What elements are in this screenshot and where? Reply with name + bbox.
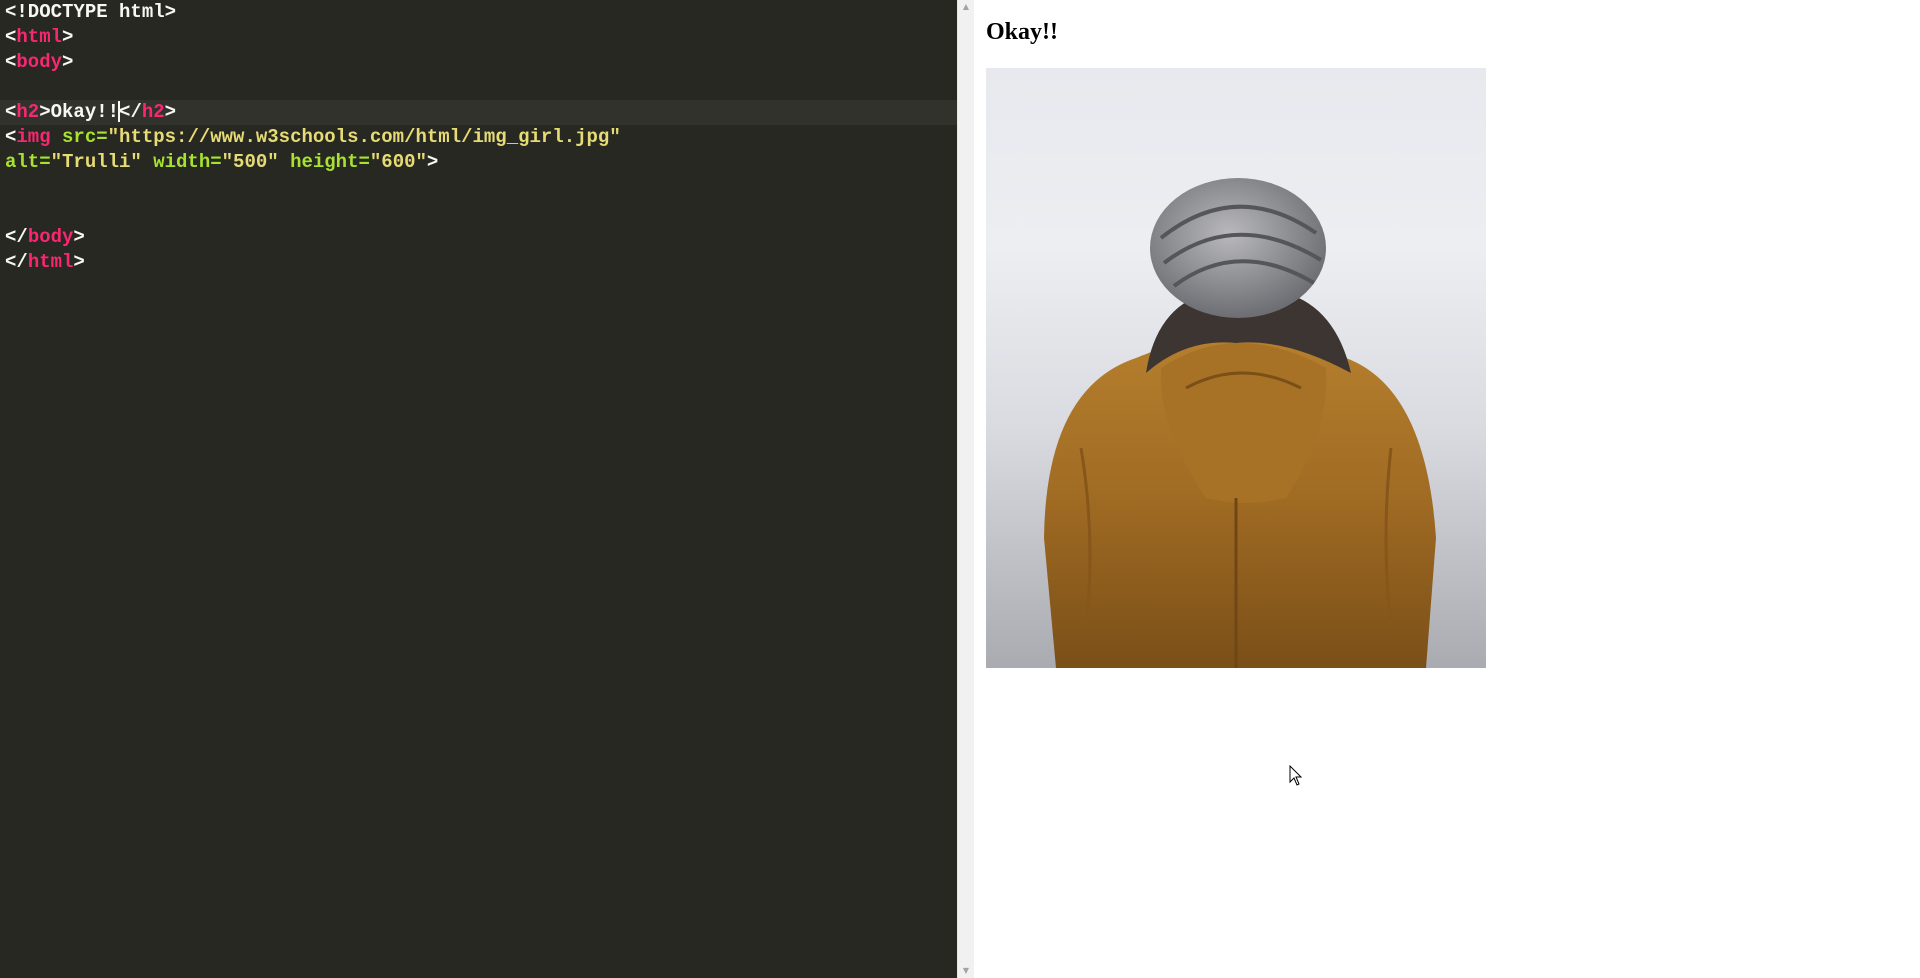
code-token: < [5,126,17,148]
code-token: > [62,26,74,48]
code-line[interactable]: <h2>Okay!!</h2> [0,100,957,125]
code-token: > [164,101,177,123]
code-token: height= [278,151,370,173]
preview-pane: Okay!! [974,0,1920,978]
code-line[interactable]: alt="Trulli" width="500" height="600"> [0,150,957,175]
code-token: > [39,101,51,123]
code-token: > [426,151,439,173]
code-token: > [73,251,85,273]
code-token: < [5,51,17,73]
code-token: < [5,101,17,123]
code-token: alt= [5,151,51,173]
code-token: </ [119,101,142,123]
code-token: "Trulli" [50,151,142,173]
code-token: h2 [16,101,40,123]
code-editor[interactable]: <!DOCTYPE html> <html> <body> <h2>Okay!!</h… [0,0,957,978]
code-token: img [16,126,51,148]
code-line[interactable]: <!DOCTYPE html> [0,0,957,25]
code-token: body [16,51,63,73]
code-token: html [16,26,63,48]
preview-heading: Okay!! [986,19,1058,45]
code-line[interactable]: <body> [0,50,957,75]
code-line[interactable]: <img src="https://www.w3schools.com/html… [0,125,957,150]
code-line[interactable]: <html> [0,25,957,50]
code-token: Okay!! [50,101,120,123]
code-token: html [27,251,74,273]
code-token: </ [5,226,28,248]
scroll-up-icon[interactable]: ▲ [958,0,974,14]
code-token: body [27,226,74,248]
code-lines: <!DOCTYPE html> <html> <body> <h2>Okay!!</h… [0,0,957,275]
code-line[interactable]: </html> [0,250,957,275]
code-line[interactable] [0,175,957,200]
code-token: src= [50,126,108,148]
code-token: </ [5,251,28,273]
code-token: > [62,51,74,73]
code-token: < [5,26,17,48]
person-photo [1044,178,1436,668]
code-token: "500" [221,151,279,173]
code-line[interactable] [0,200,957,225]
mouse-pointer-icon [1289,765,1303,786]
preview-scrollbar[interactable]: ▲ ▼ [957,0,974,978]
preview-image [986,68,1486,668]
code-token: width= [141,151,222,173]
code-line[interactable]: </body> [0,225,957,250]
code-token: h2 [141,101,165,123]
scroll-down-icon[interactable]: ▼ [958,964,974,978]
code-token: "600" [369,151,427,173]
code-token: > [73,226,85,248]
code-line[interactable] [0,75,957,100]
code-token: "https://www.w3schools.com/html/img_girl… [107,126,621,148]
code-token: <!DOCTYPE html> [5,1,177,23]
